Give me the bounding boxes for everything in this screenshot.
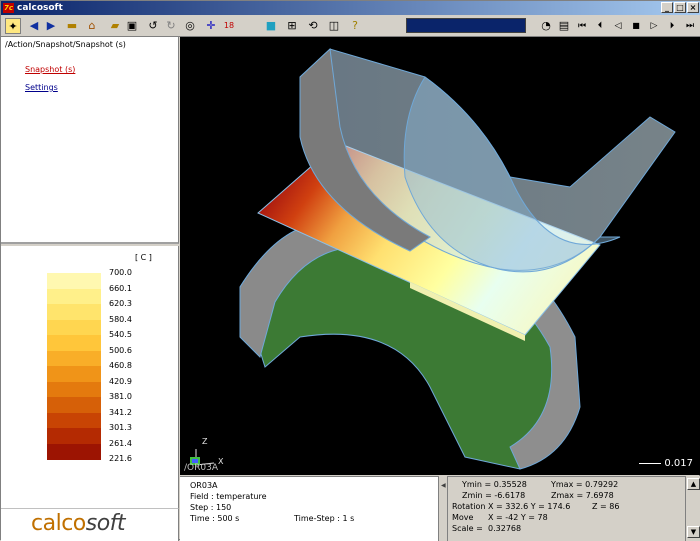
info-panel: OR03A Field : temperature Step : 150 Tim… (180, 476, 438, 541)
minimize-button[interactable]: _ (661, 2, 673, 13)
field-info: Field : temperature (190, 492, 267, 501)
ymax-value: Ymax = 0.79292 (551, 480, 619, 489)
legend-swatch (47, 366, 101, 382)
prev-step-icon[interactable]: ⏴ (592, 18, 608, 34)
rotation-z-value: Z = 86 (592, 502, 620, 511)
scroll-down-button[interactable]: ▼ (687, 526, 700, 538)
object-name: OR03A (190, 481, 218, 490)
axis-x-label: X (218, 457, 224, 466)
rewind-icon[interactable]: ◁ (610, 18, 626, 34)
zmax-value: Zmax = 7.6978 (551, 491, 614, 500)
redo-icon[interactable]: ↻ (163, 18, 179, 34)
legend-swatch (47, 335, 101, 351)
action-field[interactable] (406, 18, 526, 33)
next-step-icon[interactable]: ⏵ (664, 18, 680, 34)
forward-arrow-icon[interactable]: ▶ (43, 18, 59, 34)
legend-swatch (47, 397, 101, 413)
scroll-up-button[interactable]: ▲ (687, 478, 700, 490)
legend-swatch (47, 412, 101, 429)
legend-value: 261.4 (109, 438, 132, 448)
color-legend-panel: [ C ] 700.0 660.1 620.3 580.4 540.5 500.6 460.… (1, 246, 179, 508)
brand-logo: calcosoft (1, 508, 179, 541)
legend-value: 301.3 (109, 423, 132, 432)
title-bar: 7c calcosoft _ □ × (1, 1, 700, 15)
step-info: Step : 150 (190, 503, 232, 512)
rotate-icon[interactable]: ⟲ (305, 18, 321, 34)
logo-part-soft: soft (85, 511, 126, 536)
open-folder-icon[interactable]: ▬ (64, 18, 80, 34)
scale-value: 0.32768 (488, 524, 522, 533)
timer-icon[interactable]: ◔ (538, 18, 554, 34)
split-view-icon[interactable]: ◫ (326, 18, 342, 34)
bounds-panel: Ymin = 0.35528 Ymax = 0.79292 Zmin = -6.… (448, 476, 685, 541)
legend-value: 660.1 (109, 283, 132, 293)
legend-value: 580.4 (109, 314, 132, 324)
zmin-value: Zmin = -6.6178 (462, 491, 526, 500)
legend-swatch (47, 381, 101, 398)
rotation-label: Rotation (452, 502, 486, 511)
help-icon[interactable]: ? (347, 18, 363, 34)
back-arrow-icon[interactable]: ◀ (26, 18, 42, 34)
close-button[interactable]: × (687, 2, 699, 13)
breadcrumb: /Action/Snapshot/Snapshot (s) (5, 40, 126, 49)
save-icon[interactable]: ▣ (124, 18, 140, 34)
axis-z-label: Z (202, 437, 208, 446)
legend-unit: [ C ] (135, 253, 152, 262)
legend-value: 381.0 (109, 392, 132, 401)
target-icon[interactable]: ◎ (182, 18, 198, 34)
crosshair-icon[interactable]: ✛ (203, 18, 219, 34)
scale-bar (639, 463, 661, 464)
open-file-icon[interactable]: ▰ (107, 18, 123, 34)
3d-scene (190, 47, 676, 470)
move-label: Move (452, 513, 474, 522)
legend-value: 700.0 (109, 268, 132, 277)
time-step-info: Time-Step : 1 s (294, 514, 355, 523)
bounds-scrollbar[interactable]: ▲ ▼ (685, 476, 700, 541)
ymin-value: Ymin = 0.35528 (462, 480, 527, 489)
navigation-panel: /Action/Snapshot/Snapshot (s) Snapshot (… (1, 37, 179, 244)
histogram-icon[interactable]: 18 (221, 18, 237, 34)
legend-value: 341.2 (109, 407, 132, 417)
legend-swatch (47, 428, 101, 444)
legend-swatch (47, 273, 101, 289)
film-icon[interactable]: ▤ (556, 18, 572, 34)
toolbar: ✦ ◀ ▶ ▬ ⌂ ▰ ▣ ↺ ↻ ◎ ✛ 18 ■ ⊞ ⟲ ◫ ? ◔ ▤ ⏮… (1, 15, 700, 37)
legend-value: 500.6 (109, 345, 132, 355)
grid-icon[interactable]: ⊞ (284, 18, 300, 34)
time-info: Time : 500 s (190, 514, 240, 523)
play-icon[interactable]: ▷ (646, 18, 662, 34)
select-icon[interactable]: ✦ (5, 18, 21, 34)
legend-value: 620.3 (109, 299, 132, 308)
maximize-button[interactable]: □ (674, 2, 686, 13)
legend-value: 420.9 (109, 376, 132, 386)
first-frame-icon[interactable]: ⏮ (574, 18, 590, 34)
app-window: 7c calcosoft _ □ × ✦ ◀ ▶ ▬ ⌂ ▰ ▣ ↺ ↻ ◎ ✛… (0, 0, 700, 541)
legend-swatch (47, 319, 101, 336)
snapshot-link[interactable]: Snapshot (s) (25, 65, 75, 74)
view-object-label: /OR03A (184, 463, 218, 473)
3d-viewport[interactable]: Z X /OR03A 0.017 (180, 37, 700, 475)
legend-swatch (47, 350, 101, 367)
rotation-value: X = 332.6 Y = 174.6 (488, 502, 571, 511)
legend-swatch (47, 443, 101, 460)
legend-swatch (47, 304, 101, 320)
palette-icon[interactable]: ■ (263, 18, 279, 34)
stop-icon[interactable]: ■ (628, 18, 644, 34)
panel-splitter[interactable]: ◀ (438, 476, 448, 541)
scale-label: Scale = (452, 524, 483, 533)
legend-swatch (47, 288, 101, 305)
home-icon[interactable]: ⌂ (84, 18, 100, 34)
last-frame-icon[interactable]: ⏭ (682, 18, 698, 34)
move-value: X = -42 Y = 78 (488, 513, 548, 522)
scale-bar-value: 0.017 (664, 458, 693, 469)
window-title: calcosoft (17, 3, 63, 13)
legend-value: 460.8 (109, 361, 132, 370)
logo-part-calco: calco (31, 511, 86, 536)
settings-link[interactable]: Settings (25, 83, 58, 92)
legend-value: 221.6 (109, 454, 132, 463)
legend-value: 540.5 (109, 330, 132, 339)
undo-icon[interactable]: ↺ (145, 18, 161, 34)
app-logo-icon: 7c (3, 3, 14, 13)
